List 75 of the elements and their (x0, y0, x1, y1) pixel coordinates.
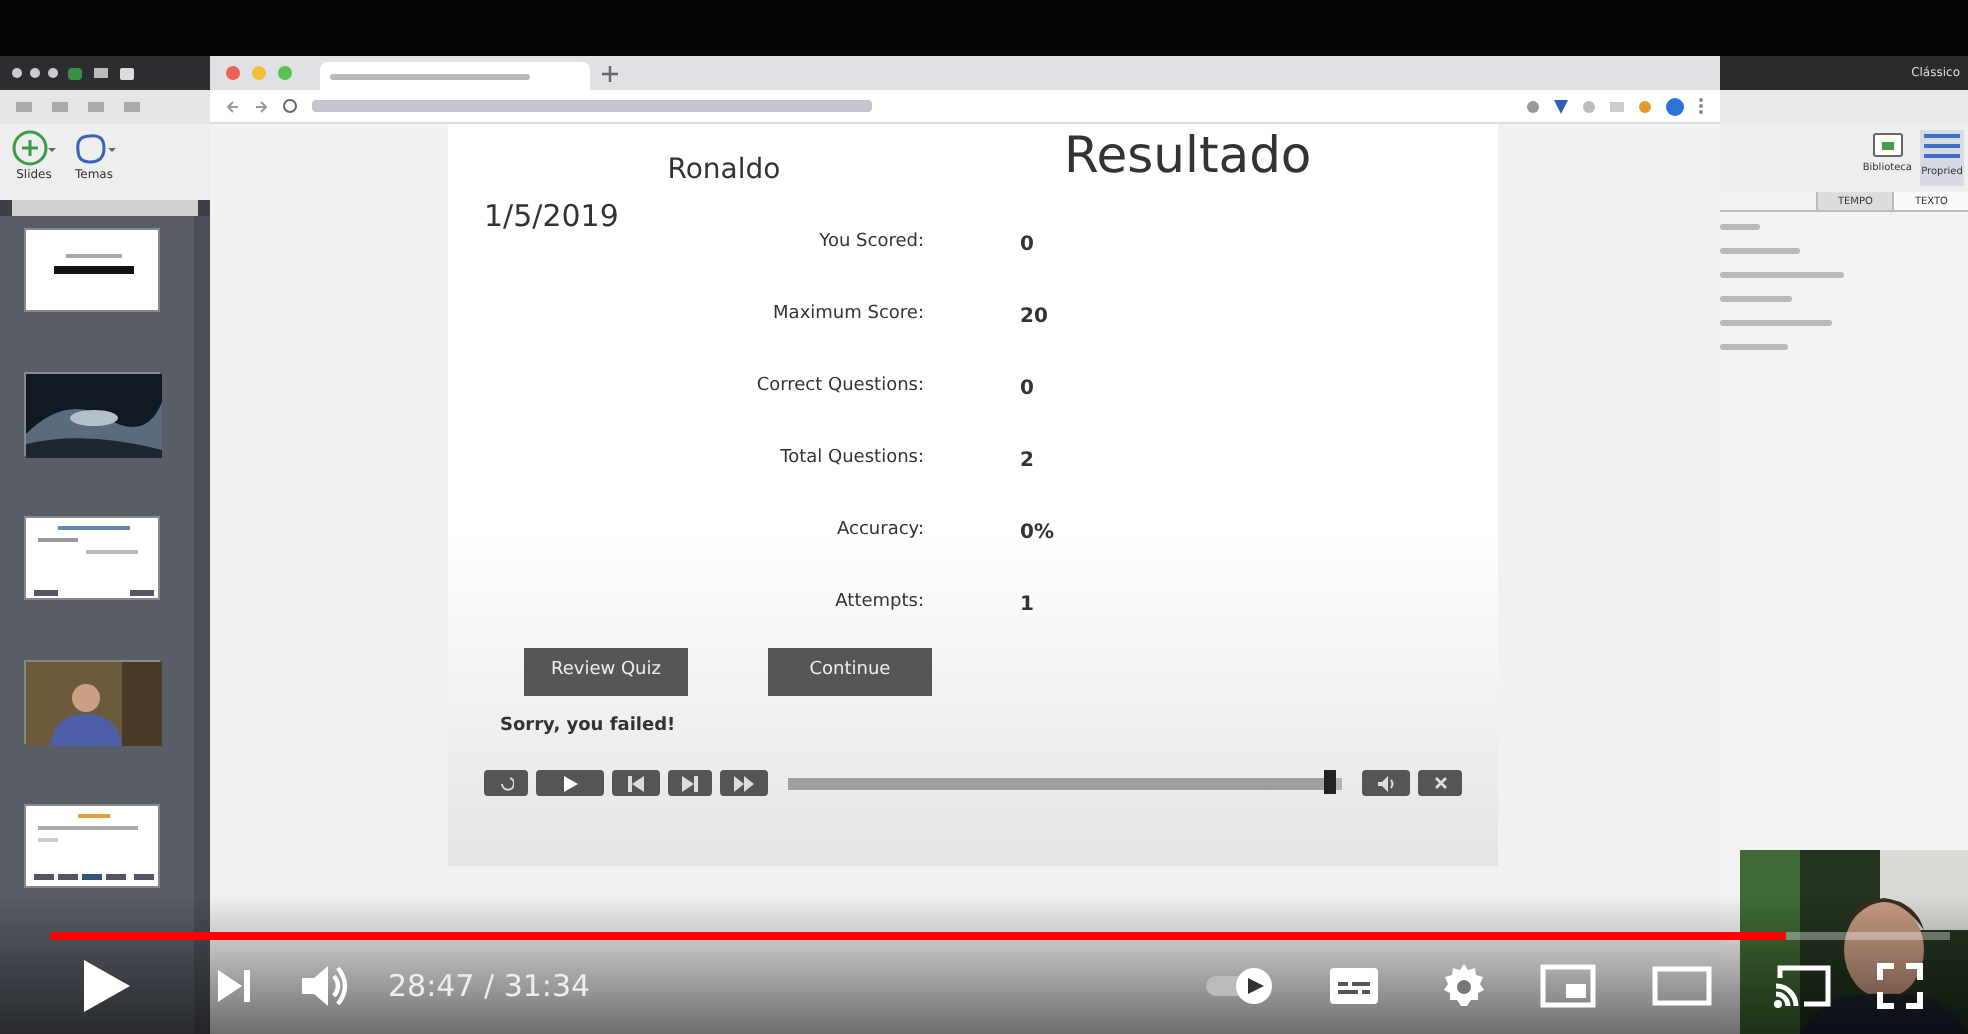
close-dot[interactable] (226, 66, 240, 80)
folder-icon (1871, 130, 1904, 158)
window-dot[interactable] (30, 68, 40, 78)
stat-label: You Scored: (817, 230, 924, 257)
square-icon[interactable] (118, 65, 136, 81)
window-dot[interactable] (12, 68, 22, 78)
fast-forward-icon (734, 775, 754, 791)
volume-button[interactable] (1362, 770, 1410, 796)
slide-thumbnail[interactable] (24, 372, 160, 456)
slide-thumbnail[interactable] (24, 516, 160, 600)
zoom-dot[interactable] (278, 66, 292, 80)
user-name: Ronaldo (665, 152, 783, 190)
stat-value: 0 (1020, 231, 1034, 259)
seek-handle[interactable] (1324, 769, 1337, 793)
menu-icon[interactable] (1698, 98, 1704, 114)
close-icon (1433, 776, 1447, 790)
stat-value: 2 (1020, 447, 1034, 475)
stat-value: 1 (1020, 591, 1034, 619)
stat-label: Correct Questions: (754, 374, 924, 401)
quiz-button[interactable]: Continue (768, 648, 932, 696)
time-display: 28:47 / 31:34 (388, 965, 591, 1008)
quiz-button[interactable]: Review Quiz (524, 648, 688, 696)
play-button[interactable] (80, 958, 132, 1014)
autoplay-toggle[interactable] (1204, 966, 1276, 1006)
theme-icon (72, 130, 116, 166)
reload-icon[interactable] (282, 98, 298, 114)
profile-icon[interactable] (1666, 97, 1684, 115)
blurred-text (1720, 344, 1788, 350)
next-button[interactable] (668, 770, 712, 796)
slide-thumbnail[interactable] (24, 660, 160, 744)
result-message: Sorry, you failed! (500, 716, 676, 736)
close-button[interactable] (1418, 770, 1462, 796)
blurred-text (1720, 272, 1844, 278)
blurred-text (1720, 320, 1832, 326)
volume-icon (1377, 775, 1395, 791)
volume-button[interactable] (300, 962, 352, 1010)
blurred-text (1720, 224, 1760, 230)
play-button[interactable] (536, 770, 604, 796)
previous-icon (628, 775, 644, 791)
next-button[interactable] (216, 968, 252, 1004)
stat-value: 20 (1020, 303, 1048, 331)
theater-mode-button[interactable] (1652, 966, 1712, 1006)
rewind-icon (498, 775, 514, 791)
previous-button[interactable] (612, 770, 660, 796)
stat-label: Attempts: (833, 590, 924, 617)
result-title: Resultado (1064, 123, 1312, 187)
address-field[interactable] (312, 100, 872, 112)
stat-value: 0 (1020, 375, 1034, 403)
stat-value: 0% (1020, 519, 1054, 547)
monitor-icon[interactable] (92, 65, 110, 81)
subtitles-button[interactable] (1328, 966, 1380, 1006)
stat-label: Accuracy: (835, 518, 924, 545)
app-icon[interactable] (66, 65, 84, 81)
blurred-text (1720, 248, 1800, 254)
slide-thumbnail[interactable] (24, 804, 160, 888)
slide-thumbnail[interactable] (24, 228, 160, 312)
next-icon (682, 775, 698, 791)
stat-label: Total Questions: (778, 446, 924, 473)
forward-icon[interactable] (254, 99, 268, 113)
rewind-button[interactable] (484, 770, 528, 796)
minimize-dot[interactable] (252, 66, 266, 80)
plus-icon[interactable] (602, 66, 618, 82)
settings-button[interactable] (1440, 962, 1488, 1010)
miniplayer-button[interactable] (1540, 964, 1596, 1008)
fullscreen-button[interactable] (1876, 962, 1924, 1010)
blurred-text (1720, 296, 1792, 302)
date: 1/5/2019 (484, 198, 619, 234)
add-slide-icon (12, 130, 56, 166)
list-icon (1920, 130, 1964, 162)
fast-forward-button[interactable] (720, 770, 768, 796)
cast-button[interactable] (1772, 962, 1832, 1010)
play-icon (562, 775, 578, 791)
stat-label: Maximum Score: (771, 302, 924, 329)
window-dot[interactable] (48, 68, 58, 78)
back-icon[interactable] (226, 99, 240, 113)
